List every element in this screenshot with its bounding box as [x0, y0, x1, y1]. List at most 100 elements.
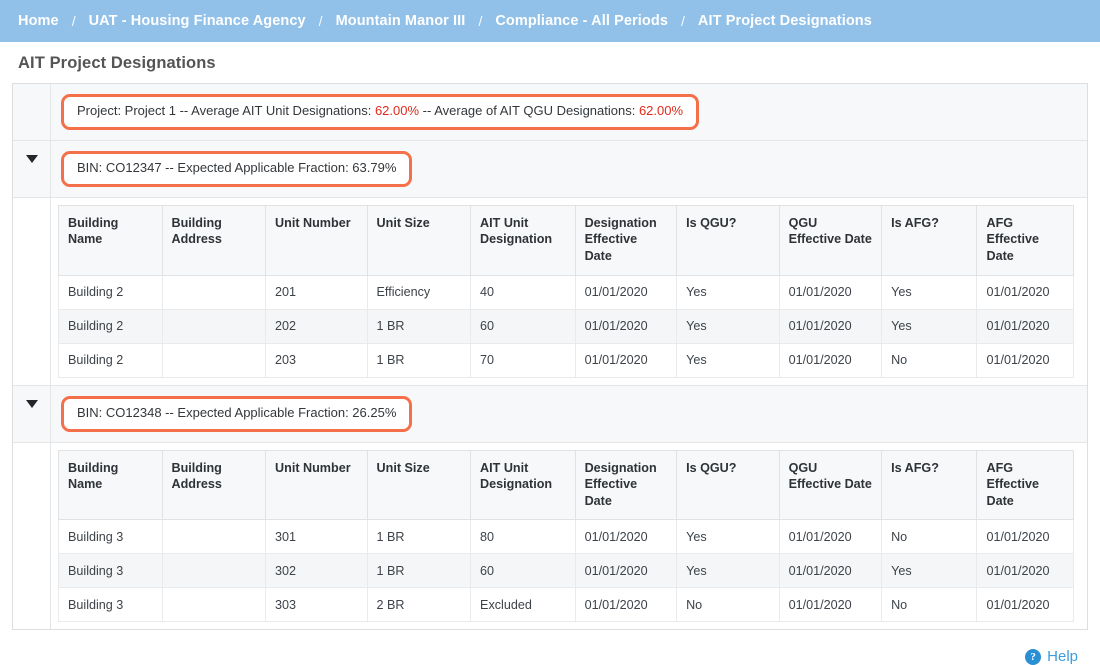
column-header-6: Is QGU? [676, 449, 780, 521]
cell-afg-effective-date: 01/01/2020 [976, 342, 1074, 378]
cell-is-qgu: No [676, 587, 780, 623]
bin-section-table-gutter-0 [13, 197, 51, 385]
cell-afg-effective-date: 01/01/2020 [976, 274, 1074, 310]
cell-building-name: Building 3 [58, 519, 163, 555]
bin-header-badge-1: BIN: CO12348 -- Expected Applicable Frac… [61, 395, 413, 432]
cell-designation-effective-date: 01/01/2020 [574, 553, 678, 589]
column-header-9: AFG Effective Date [976, 204, 1074, 276]
project-summary-gutter [13, 84, 51, 140]
help-link-label: Help [1047, 648, 1078, 665]
cell-unit-size: Efficiency [366, 274, 472, 310]
cell-unit-number: 202 [265, 308, 368, 344]
cell-building-name: Building 2 [58, 342, 163, 378]
cell-qgu-effective-date: 01/01/2020 [778, 553, 883, 589]
cell-is-afg: No [881, 342, 978, 378]
average-ait-qgu-designations-value: 62.00% [638, 103, 684, 118]
bin-section-header-1: BIN: CO12348 -- Expected Applicable Frac… [13, 385, 1087, 443]
chevron-down-icon[interactable] [25, 399, 38, 408]
cell-designation-effective-date: 01/01/2020 [574, 308, 678, 344]
designations-table-0: Building Name Building Address Unit Number… [58, 204, 1074, 378]
bin-section-table-wrap-0: Building Name Building Address Unit Number… [13, 197, 1087, 386]
cell-is-afg: Yes [881, 553, 978, 589]
cell-ait-unit-designation: 70 [470, 342, 576, 378]
bin-section-table-area-1: Building Name Building Address Unit Number… [51, 442, 1087, 630]
help-link[interactable]: ? Help [1025, 648, 1078, 665]
project-summary-badge: Project: Project 1 -- Average AIT Unit D… [61, 94, 700, 130]
column-header-4: AIT Unit Designation [470, 204, 576, 276]
project-summary-row: Project: Project 1 -- Average AIT Unit D… [13, 84, 1087, 141]
cell-is-afg: Yes [881, 274, 978, 310]
cell-is-afg: Yes [881, 308, 978, 344]
cell-is-qgu: Yes [676, 308, 780, 344]
cell-ait-unit-designation: 40 [470, 274, 576, 310]
bin-section-header-body-1: BIN: CO12348 -- Expected Applicable Frac… [51, 385, 1087, 442]
average-ait-unit-designations-value: 62.00% [374, 103, 420, 118]
cell-afg-effective-date: 01/01/2020 [976, 553, 1074, 589]
bin-section-table-area-0: Building Name Building Address Unit Number… [51, 197, 1087, 385]
column-header-5: Designation Effective Date [574, 449, 678, 521]
chevron-down-icon[interactable] [25, 154, 38, 163]
breadcrumb: Home / UAT - Housing Finance Agency / Mounta… [0, 0, 1100, 42]
cell-building-address [161, 274, 267, 310]
bin-section-toggle-cell-1[interactable] [13, 385, 51, 442]
cell-building-address [161, 342, 267, 378]
project-summary-body: Project: Project 1 -- Average AIT Unit D… [51, 84, 1087, 140]
breadcrumb-item-3[interactable]: Compliance - All Periods [495, 13, 668, 29]
cell-unit-number: 301 [265, 519, 368, 555]
breadcrumb-separator: / [478, 13, 483, 29]
cell-qgu-effective-date: 01/01/2020 [778, 274, 883, 310]
breadcrumb-item-1[interactable]: UAT - Housing Finance Agency [89, 13, 306, 29]
column-header-2: Unit Number [265, 204, 368, 276]
column-header-0: Building Name [58, 449, 163, 521]
cell-is-afg: No [881, 519, 978, 555]
cell-building-address [161, 519, 267, 555]
table-row: Building 3 301 1 BR 80 01/01/2020 Yes 01/01/20… [58, 519, 1074, 555]
table-row: Building 3 303 2 BR Excluded 01/01/2020 No 01/… [58, 587, 1074, 623]
column-header-4: AIT Unit Designation [470, 449, 576, 521]
page-title: AIT Project Designations [18, 54, 216, 72]
cell-unit-number: 302 [265, 553, 368, 589]
breadcrumb-separator: / [681, 13, 685, 29]
cell-is-qgu: Yes [676, 274, 780, 310]
cell-designation-effective-date: 01/01/2020 [574, 587, 678, 623]
cell-unit-size: 1 BR [366, 553, 472, 589]
cell-qgu-effective-date: 01/01/2020 [778, 587, 883, 623]
breadcrumb-item-2[interactable]: Mountain Manor III [336, 13, 466, 29]
cell-unit-number: 203 [265, 342, 368, 378]
column-header-3: Unit Size [366, 204, 472, 276]
cell-building-name: Building 2 [58, 274, 163, 310]
cell-unit-size: 1 BR [366, 519, 472, 555]
cell-building-address [161, 587, 267, 623]
table-row: Building 2 201 Efficiency 40 01/01/2020 Yes 01… [58, 274, 1074, 310]
cell-designation-effective-date: 01/01/2020 [574, 342, 678, 378]
breadcrumb-separator: / [318, 13, 323, 29]
cell-afg-effective-date: 01/01/2020 [976, 519, 1074, 555]
column-header-6: Is QGU? [676, 204, 780, 276]
cell-afg-effective-date: 01/01/2020 [976, 587, 1074, 623]
column-header-7: QGU Effective Date [778, 204, 883, 276]
column-header-8: Is AFG? [881, 204, 978, 276]
column-header-8: Is AFG? [881, 449, 978, 521]
table-row: Building 3 302 1 BR 60 01/01/2020 Yes 01/01/20… [58, 553, 1074, 589]
cell-ait-unit-designation: 60 [470, 308, 576, 344]
cell-qgu-effective-date: 01/01/2020 [778, 519, 883, 555]
cell-qgu-effective-date: 01/01/2020 [778, 308, 883, 344]
table-row: Building 2 203 1 BR 70 01/01/2020 Yes 01/01/20… [58, 342, 1074, 378]
breadcrumb-item-4: AIT Project Designations [697, 13, 872, 29]
project-summary-prefix: Project: Project 1 -- Average AIT Unit D… [77, 103, 375, 118]
cell-unit-size: 2 BR [366, 587, 472, 623]
breadcrumb-item-0[interactable]: Home [18, 13, 59, 29]
column-header-2: Unit Number [265, 449, 368, 521]
cell-building-name: Building 3 [58, 553, 163, 589]
breadcrumb-separator: / [71, 13, 76, 29]
bin-section-header-0: BIN: CO12347 -- Expected Applicable Frac… [13, 140, 1087, 198]
cell-ait-unit-designation: 60 [470, 553, 576, 589]
bin-section-toggle-cell-0[interactable] [13, 140, 51, 197]
cell-unit-number: 201 [265, 274, 368, 310]
table-header-row: Building Name Building Address Unit Number… [58, 449, 1074, 521]
cell-building-name: Building 3 [58, 587, 163, 623]
cell-unit-number: 303 [265, 587, 368, 623]
cell-building-name: Building 2 [58, 308, 163, 344]
ait-designations-card: Project: Project 1 -- Average AIT Unit D… [12, 83, 1088, 631]
cell-designation-effective-date: 01/01/2020 [574, 519, 678, 555]
